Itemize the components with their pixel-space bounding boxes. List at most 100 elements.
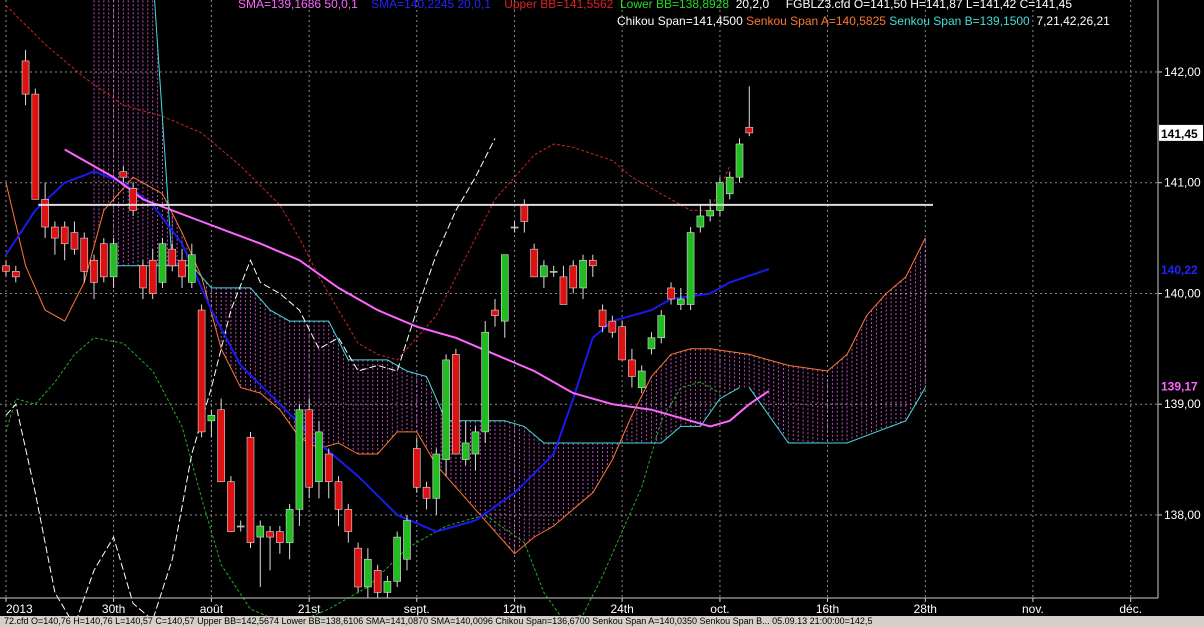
legend-upper-bb: Upper BB=141,5562	[504, 0, 614, 11]
candle-down	[334, 481, 343, 510]
candle-down	[11, 271, 20, 278]
candle-down	[2, 265, 10, 272]
candle-up	[442, 359, 450, 460]
x-tick-label: nov.	[1022, 602, 1044, 616]
candle-up	[735, 143, 744, 178]
legend-sma-50: SMA=139,1686 50,0,1	[238, 0, 358, 11]
candle-down	[608, 320, 617, 333]
candle-down	[412, 448, 421, 488]
candle-down	[373, 570, 382, 593]
x-tick-label: 16th	[816, 602, 839, 616]
candle-down	[139, 265, 147, 289]
x-tick-label: sept.	[404, 602, 430, 616]
candle-up	[637, 370, 646, 388]
candle-up	[432, 453, 441, 499]
candle-down	[70, 232, 79, 250]
candle-down	[178, 259, 186, 278]
candle-up	[500, 254, 509, 322]
legend-ohlc: FGBLZ3.cfd O=141,50 H=141,87 L=141,42 C=…	[785, 0, 1073, 11]
candle-up	[706, 210, 714, 217]
candle-down	[588, 259, 597, 267]
candle-up	[393, 536, 402, 582]
x-tick-label: 28th	[914, 602, 937, 616]
candle-down	[80, 237, 89, 272]
y-tick-label: 142,00	[1164, 65, 1201, 79]
candle-up	[677, 298, 685, 305]
candle-down	[90, 259, 98, 283]
x-tick-label: 12th	[503, 602, 526, 616]
x-tick-label: oct.	[710, 602, 729, 616]
x-tick-label: 24th	[610, 602, 633, 616]
candle-up	[403, 520, 411, 560]
candle-down	[530, 248, 538, 278]
ichimoku-legend: Chikou Span=141,4500 Senkou Span A=140,5…	[617, 14, 1110, 28]
price-badge-label: 139,17	[1161, 379, 1198, 393]
candle-down	[618, 326, 626, 361]
candle-down	[354, 547, 362, 588]
candle-down	[598, 309, 607, 327]
x-tick-label: 2013	[6, 602, 33, 616]
candle-up	[207, 414, 216, 422]
candle-up	[510, 226, 519, 229]
candle-up	[188, 254, 196, 283]
legend-senkou-a: Senkou Span A=140,5825	[746, 14, 886, 28]
candle-down	[100, 243, 108, 278]
candle-down	[31, 93, 40, 200]
candle-down	[324, 453, 333, 483]
candle-down	[21, 60, 30, 95]
candle-up	[647, 337, 656, 350]
legend-chikou: Chikou Span=141,4500	[617, 14, 743, 28]
candle-down	[305, 409, 313, 488]
candle-down	[41, 199, 49, 228]
status-bar: 72.cfd O=140,76 H=140,76 L=140,57 C=140,…	[0, 616, 1204, 627]
y-tick-label: 138,00	[1164, 508, 1201, 522]
x-tick-label: déc.	[1119, 602, 1142, 616]
candle-down	[217, 409, 225, 483]
legend-lower-bb: Lower BB=138,8928	[619, 0, 730, 11]
candle-up	[471, 431, 480, 455]
candle-down	[129, 187, 137, 211]
legend-senkou-b: Senkou Span B=139,1500	[889, 14, 1030, 28]
candle-down	[60, 226, 69, 244]
candle-down	[745, 127, 754, 134]
candle-up	[686, 232, 695, 305]
candle-down	[51, 226, 59, 239]
legend-bb-params: 20,2,0	[735, 0, 770, 11]
candle-down	[266, 531, 274, 538]
candle-down	[667, 287, 675, 300]
legend-sma-20: SMA=140,2245 20,0,1	[371, 0, 491, 11]
candle-up	[109, 243, 118, 278]
candle-down	[569, 265, 578, 289]
ichimoku-bollinger-chart[interactable]: 142,00 141,00 140,00 139,00 138,00 141,45 140,…	[0, 0, 1204, 616]
x-tick-label: 21st	[298, 602, 321, 616]
candle-up	[364, 558, 372, 588]
candle-down	[168, 248, 177, 267]
candle-up	[716, 182, 724, 211]
status-text: 72.cfd O=140,76 H=140,76 L=140,57 C=140,…	[4, 616, 873, 626]
y-tick-label: 140,00	[1164, 286, 1201, 300]
candle-up	[461, 442, 470, 460]
candle-up	[383, 581, 392, 593]
candle-up	[696, 215, 705, 228]
candle-up	[315, 431, 323, 483]
x-tick-label: août	[200, 602, 224, 616]
candle-up	[285, 509, 294, 543]
candle-down	[276, 531, 284, 543]
candle-up	[549, 271, 558, 273]
candle-up	[481, 331, 490, 433]
price-badge-label: 140,22	[1161, 263, 1198, 277]
legend-ichimoku-params: 7,21,42,26,21	[1036, 14, 1110, 28]
candle-down	[246, 437, 255, 543]
candle-up	[158, 243, 167, 283]
candle-down	[227, 481, 235, 532]
price-badge-label: 141,45	[1161, 127, 1198, 141]
y-tick-label: 141,00	[1164, 176, 1201, 190]
candle-down	[119, 171, 128, 178]
candle-up	[295, 409, 304, 510]
candle-down	[520, 204, 529, 222]
y-tick-label: 139,00	[1164, 397, 1201, 411]
candle-up	[540, 265, 548, 278]
indicator-legend-top: SMA=139,1686 50,0,1 SMA=140,2245 20,0,1 …	[238, 0, 1072, 11]
candle-down	[422, 486, 431, 499]
candle-up	[579, 259, 587, 289]
